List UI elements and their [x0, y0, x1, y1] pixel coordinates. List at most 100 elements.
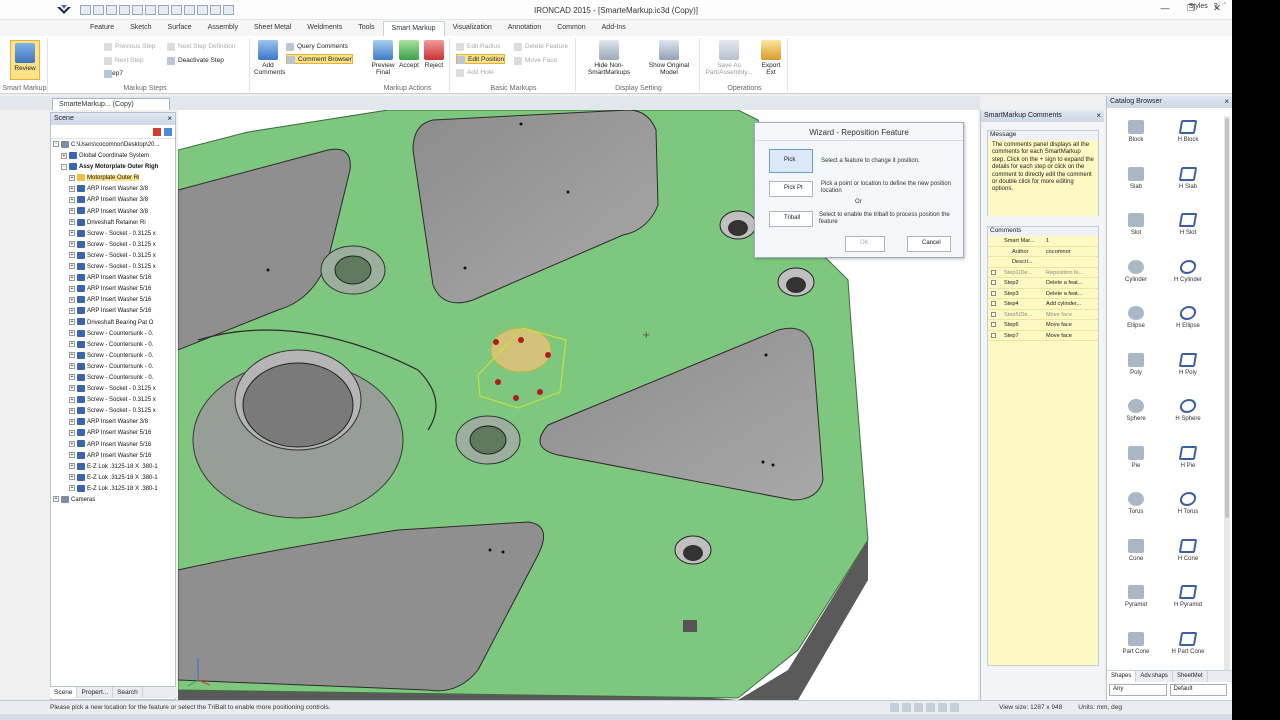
- expand-toggle-icon[interactable]: +: [69, 285, 75, 292]
- expand-toggle-icon[interactable]: +: [69, 174, 75, 181]
- tab-smart-markup[interactable]: Smart Markup: [382, 21, 445, 36]
- expand-toggle-icon[interactable]: +: [69, 429, 75, 436]
- catalog-item[interactable]: H Part Cone: [1163, 631, 1213, 655]
- catalog-tab-2[interactable]: SheetMet: [1173, 671, 1208, 682]
- catalog-scrollbar[interactable]: [1224, 116, 1230, 676]
- comment-row[interactable]: Step1(De... Reposition fe...: [988, 268, 1098, 278]
- move-face-button[interactable]: Move Face: [514, 56, 557, 66]
- catalog-item[interactable]: Poly: [1111, 352, 1161, 376]
- expand-toggle-icon[interactable]: +: [69, 230, 75, 237]
- orbit-icon[interactable]: [926, 703, 935, 712]
- tab-annotation[interactable]: Annotation: [500, 21, 549, 36]
- tab-common[interactable]: Common: [549, 21, 593, 36]
- expand-toggle-icon[interactable]: +: [69, 407, 75, 414]
- scene-tab-1[interactable]: Propert...: [77, 687, 114, 698]
- tab-feature[interactable]: Feature: [82, 21, 122, 36]
- tree-item[interactable]: + ARP Insert Washer 5/16: [53, 451, 175, 462]
- scene-tab-0[interactable]: Scene: [50, 687, 78, 698]
- catalog-tab-1[interactable]: Adv.shaps: [1136, 671, 1173, 682]
- expand-toggle-icon[interactable]: +: [69, 385, 75, 392]
- expand-toggle-icon[interactable]: +: [69, 374, 75, 381]
- comment-text[interactable]: Move face: [1046, 331, 1098, 341]
- export-ext-button[interactable]: Export Ext: [758, 40, 784, 76]
- expand-toggle-icon[interactable]: +: [69, 318, 75, 325]
- expand-toggle-icon[interactable]: +: [69, 418, 75, 425]
- catalog-item[interactable]: H Torus: [1163, 492, 1213, 515]
- tree-item[interactable]: + ARP Insert Washer 5/16: [53, 306, 175, 317]
- comment-text[interactable]: Reposition fe...: [1046, 268, 1098, 278]
- expand-toggle-icon[interactable]: +: [69, 274, 75, 281]
- comment-text[interactable]: Move face: [1046, 310, 1098, 320]
- expand-toggle-icon[interactable]: +: [69, 474, 75, 481]
- expand-toggle-icon[interactable]: +: [69, 219, 75, 226]
- shading-icon[interactable]: [950, 703, 959, 712]
- scene-tab-2[interactable]: Search: [113, 687, 143, 698]
- tree-item[interactable]: + ARP Insert Washer 5/16: [53, 440, 175, 451]
- tree-item[interactable]: + Cameras: [53, 495, 175, 506]
- step-select[interactable]: Step7: [104, 69, 123, 79]
- catalog-item[interactable]: H Cylinder: [1163, 259, 1213, 283]
- catalog-tab-0[interactable]: Shapes: [1107, 671, 1137, 682]
- ribbon-min-icon[interactable]: ˆ: [1224, 3, 1226, 10]
- comment-text[interactable]: Add cylinder...: [1046, 299, 1098, 309]
- expand-icon[interactable]: [991, 332, 996, 338]
- catalog-item[interactable]: H Slab: [1163, 166, 1213, 190]
- expand-toggle-icon[interactable]: -: [61, 163, 67, 170]
- catalog-item[interactable]: Slot: [1111, 213, 1161, 236]
- catalog-item[interactable]: H Ellipse: [1163, 306, 1213, 329]
- tab-visualization[interactable]: Visualization: [445, 21, 500, 36]
- expand-toggle-icon[interactable]: +: [53, 496, 59, 503]
- expand-icon[interactable]: [991, 269, 996, 275]
- tree-item[interactable]: + E-Z Lok .3125-18 X .380-1: [53, 473, 175, 484]
- next-step-definition-button[interactable]: Next Step Definition: [167, 42, 235, 52]
- help-icon[interactable]: ?: [1214, 3, 1218, 10]
- tree-item[interactable]: + Motorplate Outer Ri: [53, 173, 175, 184]
- previous-step-button[interactable]: Previous Step: [104, 42, 155, 52]
- expand-toggle-icon[interactable]: +: [69, 463, 75, 470]
- tree-item[interactable]: + ARP Insert Washer 5/16: [53, 284, 175, 295]
- comment-row[interactable]: Step5(De... Move face: [988, 310, 1098, 320]
- document-tab[interactable]: SmarteMarkup... (Copy): [52, 98, 170, 110]
- catalog-item[interactable]: Ellipse: [1111, 306, 1161, 329]
- styles-menu[interactable]: Styles: [1189, 3, 1208, 10]
- comment-text[interactable]: 1: [1046, 236, 1098, 246]
- tab-tools[interactable]: Tools: [350, 21, 382, 36]
- comment-browser-button[interactable]: Comment Browser: [286, 54, 353, 64]
- minimize-icon[interactable]: —: [1156, 3, 1174, 14]
- tree-item[interactable]: + ARP Insert Washer 3/8: [53, 417, 175, 428]
- comment-text[interactable]: cocomnor: [1046, 247, 1098, 257]
- tree-item[interactable]: + Screw - Socket - 0.3125 x: [53, 262, 175, 273]
- preview-final-button[interactable]: Preview Final: [370, 40, 396, 76]
- expand-toggle-icon[interactable]: +: [61, 152, 67, 159]
- expand-toggle-icon[interactable]: +: [69, 352, 75, 359]
- expand-icon[interactable]: [991, 311, 996, 317]
- tree-item[interactable]: + Screw - Socket - 0.3125 x: [53, 395, 175, 406]
- tree-item[interactable]: + ARP Insert Washer 5/16: [53, 428, 175, 439]
- hide-non-smartmarkups-button[interactable]: Hide Non-SmartMarkups: [582, 40, 636, 76]
- expand-icon[interactable]: [991, 280, 996, 285]
- catalog-item[interactable]: Part Cone: [1111, 631, 1161, 655]
- tab-assembly[interactable]: Assembly: [200, 21, 246, 36]
- next-step-button[interactable]: Next Step: [104, 56, 144, 66]
- deactivate-step-button[interactable]: Deactivate Step: [167, 56, 224, 66]
- comment-row[interactable]: Step3 Delete a feat...: [988, 289, 1098, 299]
- comment-row[interactable]: Step4 Add cylinder...: [988, 299, 1098, 310]
- tab-sketch[interactable]: Sketch: [122, 21, 159, 36]
- close-icon[interactable]: ×: [167, 114, 172, 123]
- expand-toggle-icon[interactable]: +: [69, 330, 75, 337]
- pick-button[interactable]: Pick: [769, 149, 813, 173]
- catalog-item[interactable]: H Block: [1163, 120, 1213, 143]
- add-comments-button[interactable]: Add Comments: [254, 40, 285, 76]
- tree-item[interactable]: + ARP Insert Washer 5/16: [53, 295, 175, 306]
- catalog-item[interactable]: H Slot: [1163, 213, 1213, 236]
- comment-text[interactable]: Delete a feat...: [1046, 289, 1098, 299]
- fit-icon[interactable]: [938, 703, 947, 712]
- expand-toggle-icon[interactable]: +: [69, 207, 75, 214]
- expand-toggle-icon[interactable]: +: [69, 196, 75, 203]
- edit-position-button[interactable]: Edit Position: [456, 54, 506, 64]
- tree-item[interactable]: - C:\Users\cocomnor\Desktop\20...: [53, 140, 175, 151]
- catalog-item[interactable]: H Cone: [1163, 538, 1213, 562]
- tab-surface[interactable]: Surface: [160, 21, 200, 36]
- tree-item[interactable]: + ARP Insert Washer 3/8: [53, 207, 175, 218]
- catalog-item[interactable]: H Pyramid: [1163, 585, 1213, 608]
